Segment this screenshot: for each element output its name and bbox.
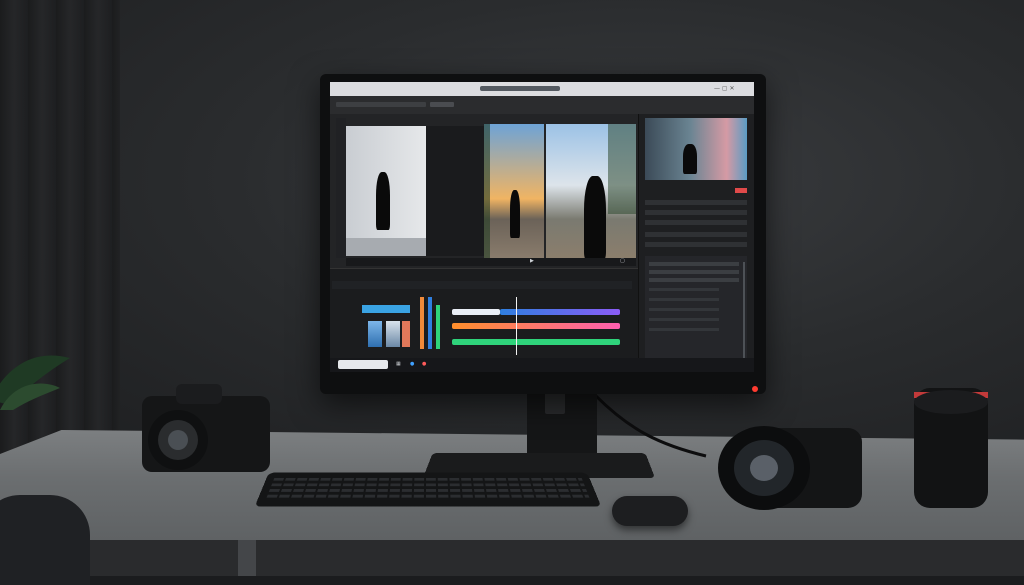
record-indicator	[735, 188, 747, 193]
plant-leaves	[0, 355, 70, 410]
audio-meter	[420, 297, 424, 349]
clip-thumbnail[interactable]	[368, 321, 382, 347]
timeline-clip[interactable]	[452, 339, 620, 345]
play-icon[interactable]: ▶	[530, 258, 534, 264]
workspace-tab[interactable]	[430, 102, 454, 107]
scrollbar[interactable]	[743, 262, 745, 358]
list-item[interactable]	[649, 298, 719, 301]
project-list[interactable]	[645, 256, 747, 366]
key-row	[268, 489, 588, 492]
fullscreen-icon[interactable]: ▢	[620, 258, 625, 264]
windows-icon[interactable]: ▦	[396, 361, 401, 367]
window-controls-icon[interactable]: — ▢ ✕	[714, 85, 735, 92]
timeline-header[interactable]	[332, 281, 632, 289]
chair	[0, 495, 90, 585]
key-row	[273, 477, 583, 481]
key-row	[266, 494, 590, 498]
panel-control-row[interactable]	[645, 232, 747, 237]
audio-meter	[428, 297, 432, 349]
window-titlebar[interactable]: — ▢ ✕	[330, 82, 754, 96]
dslr-camera	[142, 384, 270, 472]
playback-controls[interactable]: ▶ ▢	[346, 258, 636, 266]
monitor-screen[interactable]: — ▢ ✕ ▶ ▢ ▦ ● ●	[330, 82, 754, 372]
monitor-cable	[594, 394, 707, 458]
timeline-clip[interactable]	[452, 323, 620, 329]
menu-bar	[330, 96, 754, 114]
list-item[interactable]	[649, 308, 719, 311]
taskbar: ▦ ● ●	[330, 358, 754, 372]
effect-preview-thumbnail[interactable]	[645, 118, 747, 180]
list-item[interactable]	[649, 288, 719, 291]
power-led	[752, 386, 758, 392]
trees	[484, 124, 490, 260]
desk-leg	[238, 540, 256, 576]
app-icon[interactable]: ●	[410, 361, 414, 367]
list-item[interactable]	[649, 328, 719, 331]
title-search-field[interactable]	[480, 86, 560, 91]
playhead[interactable]	[516, 297, 517, 355]
mouse	[612, 496, 688, 526]
person-silhouette	[683, 144, 697, 174]
source-viewer[interactable]	[346, 126, 426, 256]
person-silhouette	[584, 176, 606, 260]
list-item[interactable]	[649, 278, 739, 282]
menu-items[interactable]	[336, 102, 426, 107]
panel-control-row[interactable]	[645, 210, 747, 215]
audio-meter	[436, 305, 440, 349]
panel-control-row[interactable]	[645, 242, 747, 247]
floor	[346, 238, 426, 256]
effects-panel	[638, 114, 754, 372]
program-frame-2[interactable]	[546, 124, 636, 260]
clip-thumbnail-bar[interactable]	[362, 305, 410, 313]
program-frame-1[interactable]	[484, 124, 544, 260]
panel-control-row[interactable]	[645, 200, 747, 205]
person-silhouette	[376, 172, 390, 230]
camera-lens	[914, 388, 988, 508]
app-icon[interactable]: ●	[422, 361, 426, 367]
monitor-stand-cutout	[545, 392, 565, 414]
timeline-clip[interactable]	[452, 309, 500, 315]
list-item[interactable]	[649, 262, 739, 266]
timeline-panel[interactable]	[330, 268, 638, 372]
program-viewer-empty[interactable]	[426, 126, 484, 256]
key-row	[271, 483, 585, 487]
camera-lens	[718, 426, 862, 510]
list-item[interactable]	[649, 270, 739, 274]
clip-thumbnail[interactable]	[402, 321, 410, 347]
panel-control-row[interactable]	[645, 220, 747, 225]
list-item[interactable]	[649, 318, 719, 321]
tools-strip	[336, 118, 346, 258]
clip-thumbnail[interactable]	[386, 321, 400, 347]
timeline-clip[interactable]	[500, 309, 620, 315]
person-silhouette	[510, 190, 520, 238]
taskbar-search[interactable]	[338, 360, 388, 369]
keyboard	[254, 472, 602, 507]
tree	[608, 124, 636, 214]
desk-edge	[0, 540, 1024, 576]
